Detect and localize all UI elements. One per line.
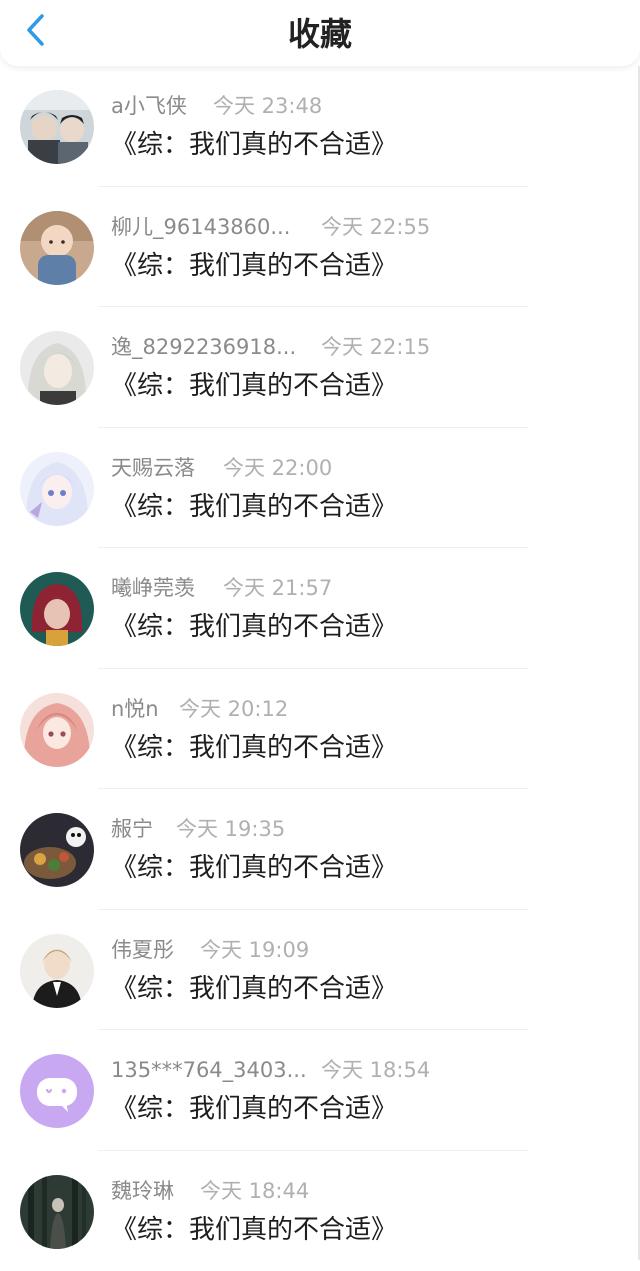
avatar-chat-bubble-icon	[20, 1054, 94, 1128]
user-name: 逸_8292236918...	[111, 334, 296, 360]
list-item[interactable]: a小飞侠 今天 23:48 《综：我们真的不合适》	[0, 66, 640, 187]
user-name: 柳儿_96143860...	[111, 214, 290, 240]
user-name: 135***764_3403...	[111, 1057, 307, 1083]
avatar[interactable]	[20, 211, 94, 285]
user-name: n悦n	[111, 696, 159, 722]
book-title[interactable]: 《综：我们真的不合适》	[111, 249, 397, 283]
list-item[interactable]: 135***764_3403... 今天 18:54 《综：我们真的不合适》	[0, 1030, 640, 1151]
avatar-baby-icon	[20, 211, 94, 285]
list-item[interactable]: 柳儿_96143860... 今天 22:55 《综：我们真的不合适》	[0, 187, 640, 308]
book-title[interactable]: 《综：我们真的不合适》	[111, 972, 397, 1006]
book-title[interactable]: 《综：我们真的不合适》	[111, 610, 397, 644]
favorites-list: a小飞侠 今天 23:48 《综：我们真的不合适》 柳儿_96143860...…	[0, 66, 640, 1271]
avatar-white-hair-icon	[20, 331, 94, 405]
avatar-suit-boy-icon	[20, 934, 94, 1008]
user-name: 天赐云落	[111, 455, 195, 481]
avatar-anime-girl-icon	[20, 452, 94, 526]
user-name: 赧宁	[111, 816, 153, 842]
user-name: 伟夏彤	[111, 937, 174, 963]
avatar[interactable]	[20, 693, 94, 767]
avatar[interactable]	[20, 331, 94, 405]
avatar-red-hair-icon	[20, 572, 94, 646]
list-item[interactable]: 天赐云落 今天 22:00 《综：我们真的不合适》	[0, 428, 640, 549]
avatar[interactable]	[20, 813, 94, 887]
list-item[interactable]: 赧宁 今天 19:35 《综：我们真的不合适》	[0, 789, 640, 910]
user-name: a小飞侠	[111, 93, 187, 119]
avatar-forest-icon	[20, 1175, 94, 1249]
book-title[interactable]: 《综：我们真的不合适》	[111, 1092, 397, 1126]
timestamp: 今天 18:54	[321, 1057, 430, 1083]
timestamp: 今天 18:44	[200, 1178, 309, 1204]
avatar[interactable]	[20, 1054, 94, 1128]
avatar-two-figures-icon	[20, 90, 94, 164]
avatar[interactable]	[20, 934, 94, 1008]
avatar-food-icon	[20, 813, 94, 887]
timestamp: 今天 20:12	[179, 696, 288, 722]
list-item[interactable]: n悦n 今天 20:12 《综：我们真的不合适》	[0, 669, 640, 790]
avatar[interactable]	[20, 1175, 94, 1249]
timestamp: 今天 19:35	[176, 816, 285, 842]
user-name: 魏玲琳	[111, 1178, 174, 1204]
timestamp: 今天 22:00	[223, 455, 332, 481]
avatar[interactable]	[20, 452, 94, 526]
timestamp: 今天 22:15	[321, 334, 430, 360]
avatar[interactable]	[20, 90, 94, 164]
avatar-pink-hair-icon	[20, 693, 94, 767]
book-title[interactable]: 《综：我们真的不合适》	[111, 490, 397, 524]
user-name: 曦峥莞羡	[111, 575, 195, 601]
avatar[interactable]	[20, 572, 94, 646]
book-title[interactable]: 《综：我们真的不合适》	[111, 851, 397, 885]
timestamp: 今天 23:48	[213, 93, 322, 119]
list-item[interactable]: 逸_8292236918... 今天 22:15 《综：我们真的不合适》	[0, 307, 640, 428]
page-title: 收藏	[0, 14, 640, 54]
book-title[interactable]: 《综：我们真的不合适》	[111, 128, 397, 162]
book-title[interactable]: 《综：我们真的不合适》	[111, 731, 397, 765]
timestamp: 今天 21:57	[223, 575, 332, 601]
list-item[interactable]: 魏玲琳 今天 18:44 《综：我们真的不合适》	[0, 1151, 640, 1271]
timestamp: 今天 19:09	[200, 937, 309, 963]
list-item[interactable]: 曦峥莞羡 今天 21:57 《综：我们真的不合适》	[0, 548, 640, 669]
timestamp: 今天 22:55	[321, 214, 430, 240]
top-bar: 收藏	[0, 0, 640, 66]
book-title[interactable]: 《综：我们真的不合适》	[111, 1213, 397, 1247]
list-item[interactable]: 伟夏彤 今天 19:09 《综：我们真的不合适》	[0, 910, 640, 1031]
book-title[interactable]: 《综：我们真的不合适》	[111, 369, 397, 403]
